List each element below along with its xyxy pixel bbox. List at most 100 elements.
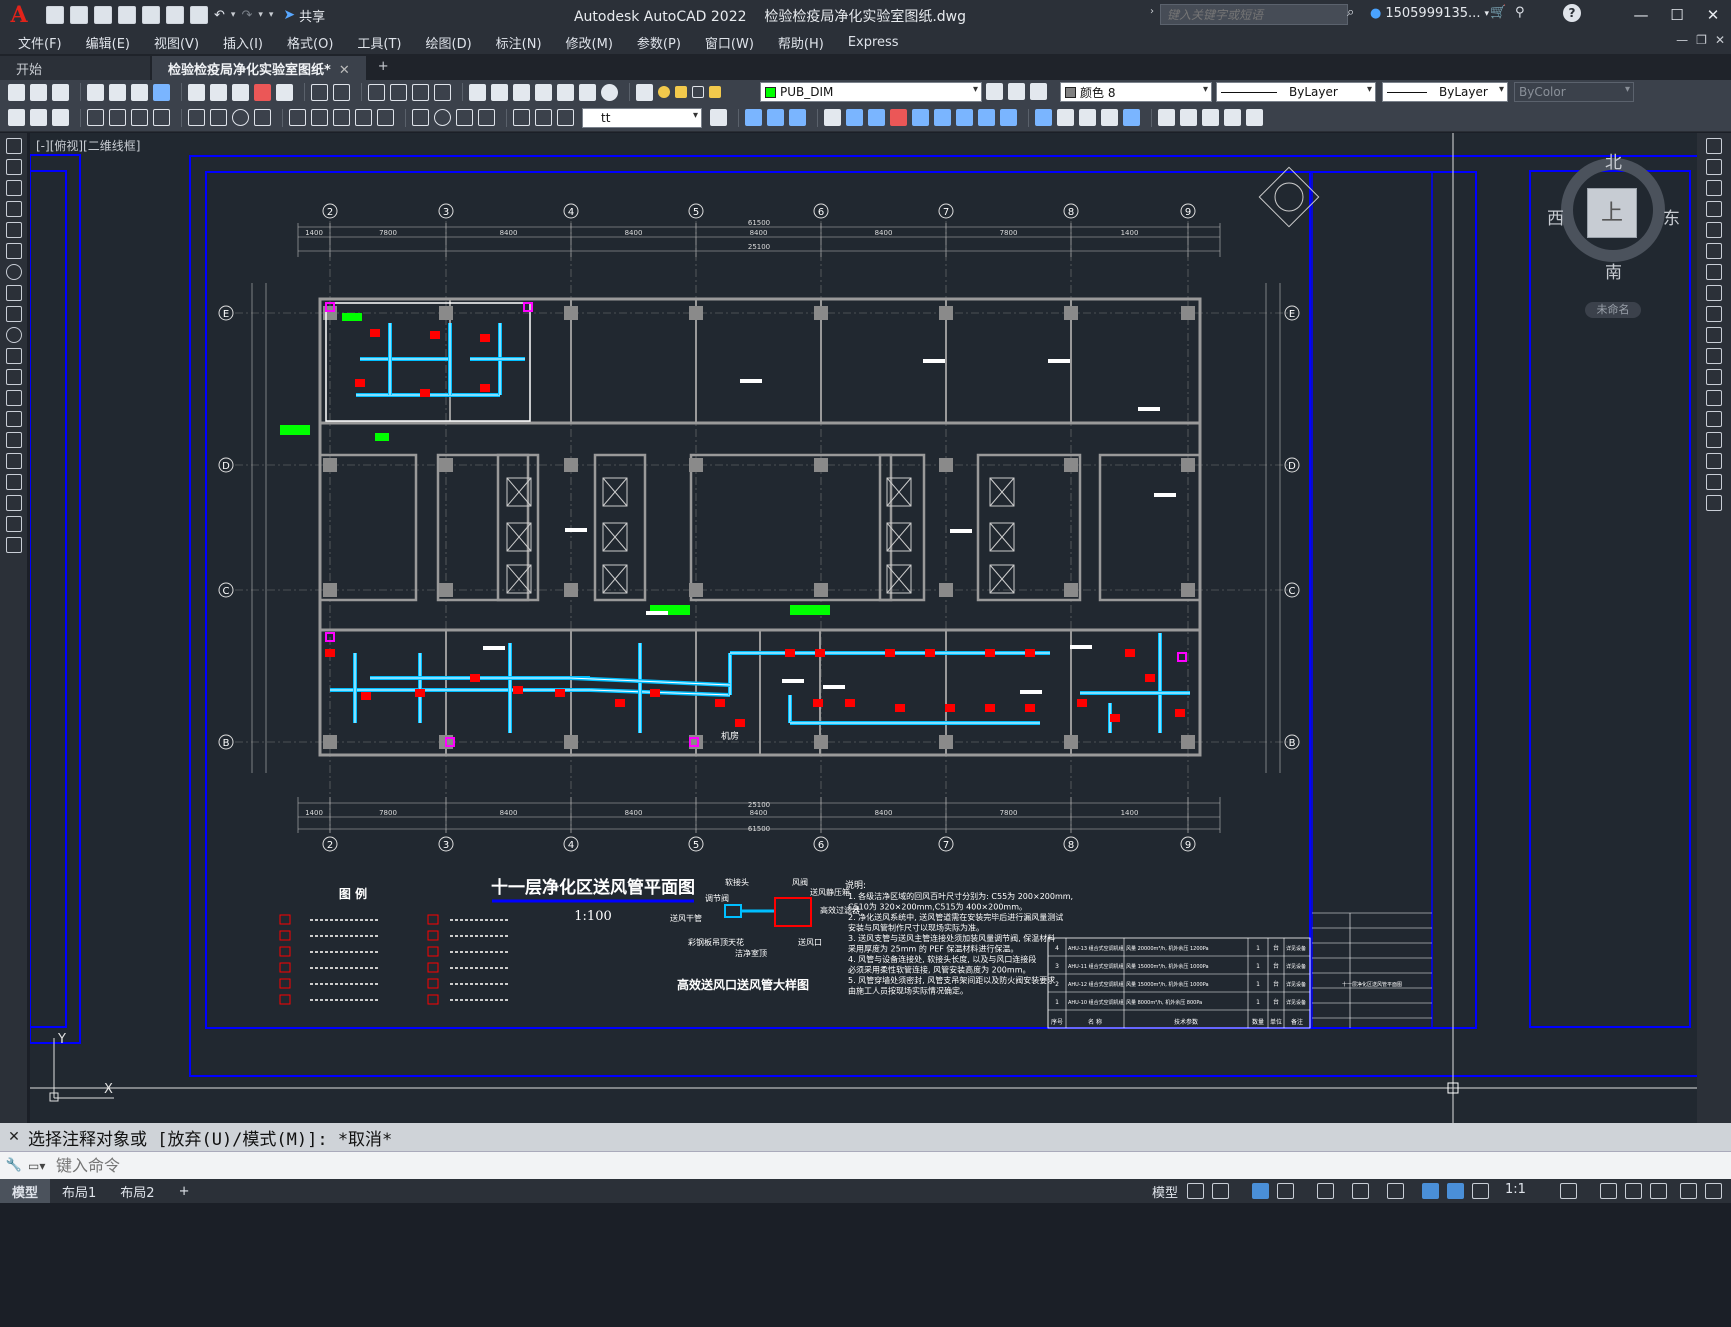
tianzheng-tool-3-icon[interactable]	[52, 109, 69, 126]
design-center-icon[interactable]	[491, 83, 508, 101]
save-as-icon[interactable]	[118, 6, 136, 24]
ortho-icon[interactable]	[1252, 1183, 1269, 1199]
stretch-icon[interactable]	[912, 109, 929, 126]
arc-icon[interactable]	[6, 243, 22, 259]
make-current-layer-icon[interactable]	[986, 83, 1003, 100]
make-block-icon[interactable]	[1180, 109, 1197, 126]
rectangle-icon[interactable]	[6, 222, 22, 238]
quick-dim-icon[interactable]	[289, 109, 306, 126]
erase-right-icon[interactable]	[1706, 138, 1722, 154]
menu-format[interactable]: 格式(O)	[287, 33, 333, 52]
menu-dimension[interactable]: 标注(N)	[496, 33, 542, 52]
menu-modify[interactable]: 修改(M)	[566, 33, 613, 52]
construction-line-icon[interactable]	[6, 159, 22, 175]
viewcube-top-face[interactable]: 上	[1587, 188, 1637, 238]
autodesk-apps-icon[interactable]: ⚲	[1515, 5, 1525, 20]
workspace-gear-icon[interactable]	[1560, 1183, 1577, 1199]
isolate-objects-icon[interactable]	[1625, 1183, 1642, 1199]
layout-tab-2[interactable]: 布局2	[108, 1179, 166, 1204]
trim-icon[interactable]	[934, 109, 951, 126]
command-customize-icon[interactable]: 🔧	[0, 1158, 28, 1173]
blend-right-icon[interactable]	[1706, 474, 1722, 490]
sheet-set-icon[interactable]	[535, 83, 552, 101]
layer-dropdown[interactable]: PUB_DIM ▾	[760, 82, 982, 102]
dim-ordinate-icon[interactable]	[153, 109, 170, 126]
tab-close-icon[interactable]: ✕	[339, 63, 350, 78]
undo-icon[interactable]: ↶	[214, 8, 225, 23]
viewcube-east[interactable]: 东	[1663, 204, 1680, 229]
dim-space-icon[interactable]	[355, 109, 372, 126]
hardware-accel-icon[interactable]	[1650, 1183, 1667, 1199]
dim-style-icon[interactable]	[710, 109, 727, 126]
copy-object-icon[interactable]	[745, 109, 762, 126]
save-tool-icon[interactable]	[52, 83, 69, 101]
publish-icon[interactable]	[131, 83, 148, 101]
layout-tab-model[interactable]: 模型	[0, 1178, 51, 1204]
match-properties-icon[interactable]	[254, 83, 271, 101]
dim-baseline-icon[interactable]	[311, 109, 328, 126]
tolerance-icon[interactable]	[412, 109, 429, 126]
undo-dropdown-icon[interactable]: ▾	[231, 10, 236, 20]
menu-insert[interactable]: 插入(I)	[223, 33, 263, 52]
chamfer-icon[interactable]	[1035, 109, 1052, 126]
tab-start[interactable]: 开始	[0, 56, 150, 80]
join-right-icon[interactable]	[1706, 411, 1722, 427]
menu-file[interactable]: 文件(F)	[18, 33, 62, 52]
dim-continue-icon[interactable]	[333, 109, 350, 126]
autocad-logo-icon[interactable]: A	[6, 2, 32, 28]
doc-minimize-icon[interactable]: —	[1676, 33, 1688, 47]
open-web-icon[interactable]	[142, 6, 160, 24]
trim-right-icon[interactable]	[1706, 327, 1722, 343]
new-file-icon[interactable]	[46, 6, 64, 24]
object-snap-icon[interactable]	[1387, 1183, 1404, 1199]
tool-palettes-icon[interactable]	[513, 83, 530, 101]
layer-vp-icon[interactable]	[692, 86, 704, 98]
doc-restore-icon[interactable]: ❐	[1696, 33, 1707, 47]
insert-block-icon[interactable]	[1158, 109, 1175, 126]
doc-close-icon[interactable]: ✕	[1715, 33, 1725, 47]
chamfer-right-icon[interactable]	[1706, 432, 1722, 448]
menu-help[interactable]: 帮助(H)	[778, 33, 824, 52]
command-input[interactable]	[56, 1156, 656, 1175]
explode-right-icon[interactable]	[1706, 495, 1722, 511]
model-space-toggle[interactable]: 模型	[1152, 1182, 1178, 1201]
polar-icon[interactable]	[1277, 1183, 1294, 1199]
tab-drawing[interactable]: 检验检疫局净化实验室图纸* ✕	[152, 56, 366, 80]
layer-unlock-icon[interactable]	[709, 86, 721, 98]
dim-edit-icon[interactable]	[513, 109, 530, 126]
markup-icon[interactable]	[557, 83, 574, 101]
menu-view[interactable]: 视图(V)	[154, 33, 199, 52]
menu-edit[interactable]: 编辑(E)	[86, 33, 130, 52]
menu-window[interactable]: 窗口(W)	[705, 33, 754, 52]
qnew-icon[interactable]	[8, 83, 25, 101]
dim-text-edit-icon[interactable]	[535, 109, 552, 126]
hatch-icon[interactable]	[1224, 109, 1241, 126]
share-button[interactable]: ➤ 共享	[283, 6, 325, 25]
dim-angular-icon[interactable]	[254, 109, 271, 126]
break-right-icon[interactable]	[1706, 390, 1722, 406]
isodraft-icon[interactable]	[1352, 1183, 1369, 1199]
ellipse-arc-icon[interactable]	[6, 348, 22, 364]
calculator-icon[interactable]	[579, 83, 596, 101]
wcs-menu[interactable]: 未命名	[1585, 302, 1641, 318]
fillet-right-icon[interactable]	[1706, 453, 1722, 469]
inspection-icon[interactable]	[456, 109, 473, 126]
stretch-right-icon[interactable]	[1706, 306, 1722, 322]
erase-icon[interactable]	[1123, 109, 1140, 126]
tianzheng-tool-2-icon[interactable]	[30, 109, 47, 126]
gradient-icon[interactable]	[6, 453, 22, 469]
tianzheng-tool-1-icon[interactable]	[8, 109, 25, 126]
jogged-linear-icon[interactable]	[478, 109, 495, 126]
search-icon[interactable]: ⌕	[1347, 5, 1354, 20]
menu-tools[interactable]: 工具(T)	[357, 33, 401, 52]
insert-icon[interactable]	[6, 369, 22, 385]
print-icon[interactable]	[87, 83, 104, 101]
customize-status-icon[interactable]	[1705, 1183, 1722, 1199]
plotstyle-dropdown[interactable]: ByColor ▾	[1514, 82, 1634, 102]
zoom-realtime-icon[interactable]	[390, 83, 407, 101]
layer-thaw-icon[interactable]	[675, 86, 687, 98]
maximize-icon[interactable]: ☐	[1659, 0, 1695, 30]
layer-on-icon[interactable]	[658, 86, 670, 98]
dim-aligned-icon[interactable]	[109, 109, 126, 126]
copy-right-icon[interactable]	[1706, 159, 1722, 175]
